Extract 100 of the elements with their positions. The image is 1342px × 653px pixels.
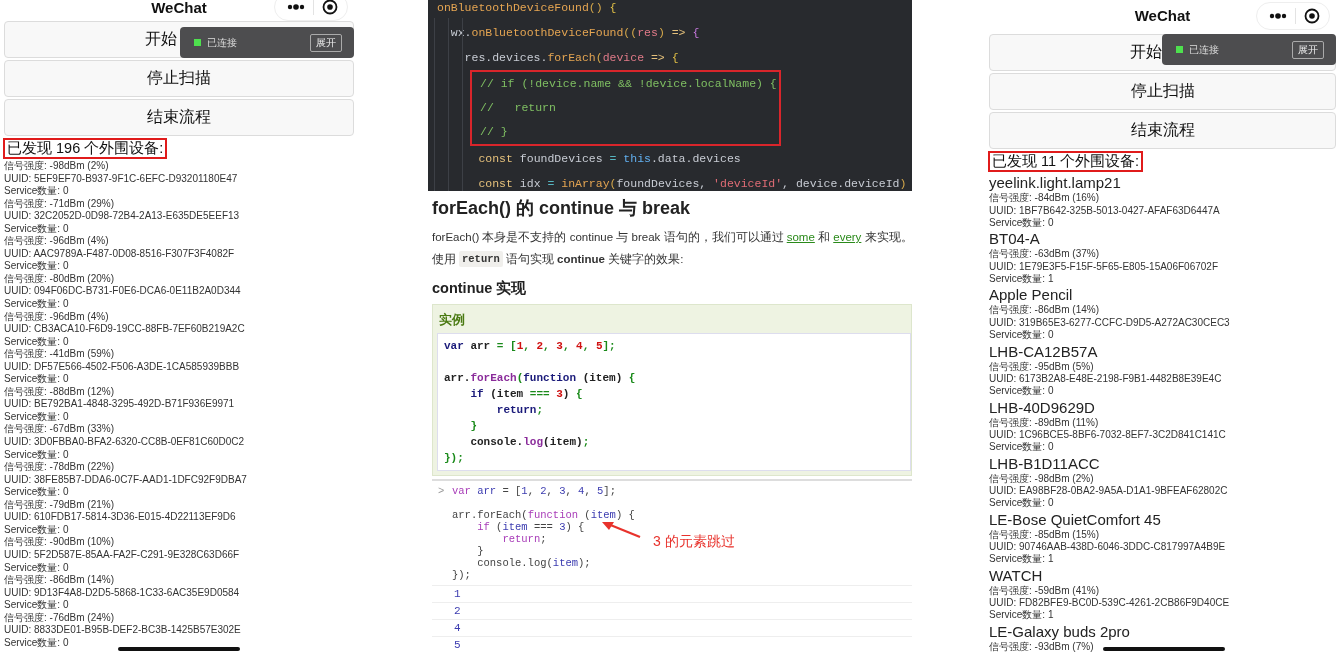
signal-strength: 信号强度: -76dBm (24%) (4, 611, 115, 625)
service-count: Service数量: 0 (4, 222, 69, 235)
console-output: 2 (432, 602, 912, 619)
code-line: return; (495, 403, 545, 418)
signal-strength: 信号强度: -96dBm (4%) (4, 235, 109, 248)
device-uuid: UUID: 094F06DC-B731-F0E6-DCA6-0E11B2A0D344 (4, 285, 241, 298)
service-count: Service数量: 0 (989, 441, 1054, 454)
code-line: const idx = inArray(foundDevices, 'deviceId', device.deviceId) (477, 176, 908, 191)
device-name: LE-Galaxy buds 2pro (989, 621, 1130, 641)
signal-strength: 信号强度: -80dBm (20%) (4, 272, 115, 286)
scan-button[interactable]: 结束流程 (989, 112, 1336, 150)
service-count: Service数量: 0 (4, 636, 69, 650)
code-line: } (469, 419, 478, 434)
device-uuid: UUID: 3D0FBBA0-BFA2-6320-CC8B-0EF81C60D0C2 (4, 436, 245, 449)
console-output: 5 (432, 636, 912, 653)
window-title: WeChat (151, 0, 207, 16)
service-count: Service数量: 1 (989, 553, 1054, 566)
service-count: Service数量: 0 (4, 260, 69, 273)
every-link[interactable]: every (833, 231, 862, 243)
signal-strength: 信号强度: -95dBm (5%) (989, 360, 1094, 373)
signal-strength: 信号强度: -90dBm (10%) (4, 536, 115, 549)
signal-strength: 信号强度: -86dBm (14%) (4, 574, 115, 587)
code-line: // } (480, 124, 509, 140)
device-name: LHB-CA12B57A (989, 341, 1098, 361)
arrow-icon (602, 521, 642, 539)
some-link[interactable]: some (786, 231, 815, 243)
example-title: 实例 (439, 311, 466, 329)
paragraph-text: 使用 (432, 251, 456, 267)
more-icon[interactable] (1269, 12, 1287, 19)
device-uuid: UUID: AAC9789A-F487-0D08-8516-F307F3F4082F (4, 247, 235, 261)
console-line: arr.forEach(function (item) { (452, 509, 635, 521)
signal-strength: 信号强度: -79dBm (21%) (4, 498, 115, 512)
service-count: Service数量: 0 (989, 217, 1054, 230)
signal-strength: 信号强度: -96dBm (4%) (4, 310, 109, 324)
device-uuid: UUID: 9D13F4A8-D2D5-5868-1C33-6AC35E9D0584 (4, 586, 240, 600)
console-line: }); (452, 569, 471, 581)
paragraph: forEach() 本身是不支持的 continue 与 break 语句的，我们可以通过 some 和 every 来实现。 (432, 230, 912, 245)
signal-strength: 信号强度: -98dBm (2%) (989, 472, 1094, 485)
signal-strength: 信号强度: -89dBm (11%) (989, 416, 1099, 429)
device-uuid: UUID: 5EF9EF70-B937-9F1C-6EFC-D93201180E47 (4, 172, 238, 186)
device-uuid: UUID: 90746AAB-438D-6046-3DDC-C817997A4B9E (989, 540, 1226, 554)
code-line: arr.forEach(function (item) { (444, 371, 637, 386)
device-uuid: UUID: 1E79E3F5-F15F-5F65-E805-15A06F06702F (989, 260, 1218, 274)
device-uuid: UUID: 1BF7B642-325B-5013-0427-AFAF63D6447A (989, 204, 1220, 218)
console-line: var arr = [1, 2, 3, 4, 5]; (452, 485, 616, 497)
device-uuid: UUID: 6173B2A8-E48E-2198-F9B1-4482B8E39E4C (989, 372, 1222, 386)
device-name: Apple Pencil (989, 285, 1073, 305)
signal-strength: 信号强度: -63dBm (37%) (989, 248, 1100, 261)
signal-strength: 信号强度: -93dBm (7%) (989, 640, 1094, 653)
signal-strength: 信号强度: -71dBm (29%) (4, 197, 115, 211)
console-line: console.log(item); (476, 557, 591, 569)
scan-button[interactable]: 结束流程 (4, 99, 354, 136)
signal-strength: 信号强度: -84dBm (16%) (989, 192, 1100, 205)
section-heading: continue 实现 (432, 279, 528, 298)
service-count: Service数量: 1 (989, 273, 1054, 286)
scan-button[interactable]: 停止扫描 (4, 60, 354, 97)
code-line: res.devices.forEach(device => { (463, 50, 680, 66)
service-count: Service数量: 0 (989, 385, 1054, 398)
code-line: onBluetoothDeviceFound() { (437, 0, 618, 16)
code-line: // return (480, 100, 557, 116)
device-name: LE-Bose QuietComfort 45 (989, 509, 1161, 529)
console-line: return; (501, 533, 547, 545)
status-text: 已连接 (1189, 42, 1220, 57)
signal-strength: 信号强度: -86dBm (14%) (989, 304, 1100, 317)
paragraph-text: 语句实现 continue 关键字的效果: (505, 251, 684, 267)
device-uuid: UUID: 610FDB17-5814-3D36-E015-4D22113EF9D6 (4, 511, 236, 524)
found-count-heading: 已发现 11 个外围设备: (988, 151, 1144, 173)
signal-strength: 信号强度: -41dBm (59%) (4, 348, 115, 361)
device-uuid: UUID: 1C96BCE5-8BF6-7032-8EF7-3C2D841C141C (989, 428, 1226, 442)
article-heading: forEach() 的 continue 与 break (432, 197, 692, 220)
expand-button[interactable]: 展开 (1292, 40, 1324, 59)
more-icon[interactable] (287, 4, 305, 10)
device-uuid: UUID: CB3ACA10-F6D9-19CC-88FB-7EF60B219A2C (4, 323, 245, 336)
scan-button[interactable]: 停止扫描 (989, 73, 1336, 111)
service-count: Service数量: 0 (4, 410, 69, 423)
window-title: WeChat (1134, 7, 1191, 25)
device-name: LHB-40D9629D (989, 397, 1095, 417)
console-line: } (476, 545, 484, 557)
signal-strength: 信号强度: -85dBm (15%) (989, 528, 1100, 541)
service-count: Service数量: 0 (989, 497, 1054, 510)
signal-strength: 信号强度: -67dBm (33%) (4, 423, 115, 437)
prompt-icon: > (432, 485, 452, 581)
device-name: yeelink.light.lamp21 (989, 173, 1121, 193)
code-line: const foundDevices = this.data.devices (477, 151, 742, 167)
service-count: Service数量: 0 (4, 523, 69, 536)
console-output: 4 (432, 619, 912, 636)
device-uuid: UUID: 5F2D587E-85AA-FA2F-C291-9E328C63D66F (4, 548, 240, 562)
service-count: Service数量: 0 (4, 561, 69, 574)
service-count: Service数量: 0 (989, 329, 1054, 342)
device-uuid: UUID: EA98BF28-0BA2-9A5A-D1A1-9BFEAF62802C (989, 484, 1228, 498)
device-uuid: UUID: 319B65E3-6277-CCFC-D9D5-A272AC30CEC3 (989, 316, 1230, 330)
signal-strength: 信号强度: -98dBm (2%) (4, 160, 109, 173)
code-line: console.log(item); (469, 435, 591, 450)
status-text: 已连接 (207, 35, 238, 50)
service-count: Service数量: 0 (4, 335, 69, 348)
service-count: Service数量: 0 (4, 298, 69, 311)
signal-strength: 信号强度: -78dBm (22%) (4, 461, 115, 474)
service-count: Service数量: 0 (4, 185, 69, 198)
device-name: LHB-B1D11ACC (989, 453, 1100, 473)
expand-button[interactable]: 展开 (310, 33, 342, 52)
